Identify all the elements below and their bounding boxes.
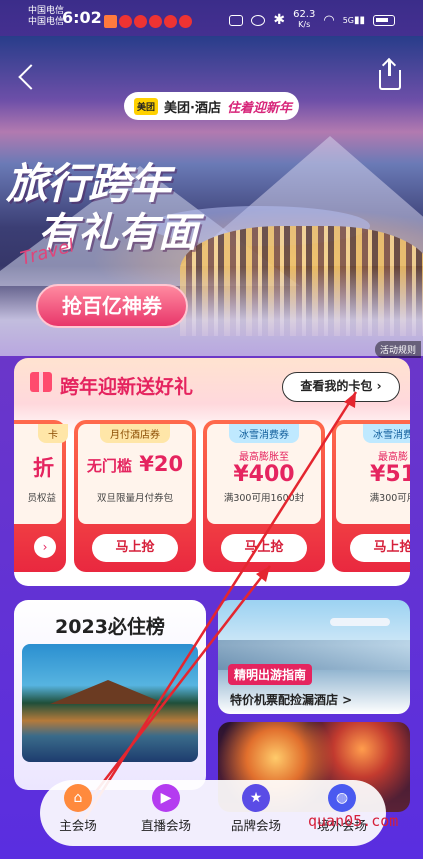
grab-coupon-button[interactable]: 抢百亿神券 [36,284,188,328]
nfc-icon [229,14,244,26]
coupon-note: 最高膨 [378,452,408,463]
status-bar: 中国电信 中国电信 6:02 ✱ 62.3 K/s ◠ 5G▮▮ [0,0,423,36]
coupon-value: 折 [33,456,54,480]
emoji-icon [179,15,192,28]
coupon-amount: ¥400 [233,462,295,487]
arrow-right-icon[interactable]: › [34,536,56,558]
app-notification-icon [104,15,117,28]
nav-label: 品牌会场 [230,818,281,833]
gift-section-title: 跨年迎新送好礼 [60,376,194,398]
coupon-desc: 员权益 [27,493,56,504]
star-icon: ★ [242,784,270,812]
flight-guide-text: 特价机票配捡漏酒店 > [230,693,353,707]
emoji-icon [134,15,147,28]
coupon-body: 冰雪消费券 最高膨胀至 ¥400 满300可用1600封 [207,424,321,524]
coupon-desc: 满300可用 [369,493,410,504]
coupon-body: 卡 折 员权益 [14,424,68,524]
carrier-2: 中国电信 [28,17,65,27]
emoji-icon [164,15,177,28]
clock: 6:02 [62,8,102,27]
battery-icon [373,14,395,26]
flight-guide-tag: 精明出游指南 [228,664,313,685]
bluetooth-icon: ✱ [273,12,286,28]
wifi-icon: ◠ [323,12,335,28]
globe-icon: ◍ [328,784,356,812]
ranking-title: 2023必住榜 [55,616,165,638]
nav-brand-venue[interactable]: ★ 品牌会场 [220,784,292,834]
carrier-labels: 中国电信 中国电信 [28,6,64,28]
meituan-logo: 美团 [134,97,159,115]
coupon-tag: 卡 [38,424,68,443]
watermark: quan05.com [308,812,399,830]
coupon-value: 无门槛 ¥20 [86,452,184,476]
nav-label: 直播会场 [140,818,191,833]
coupon-card[interactable]: 月付酒店券 无门槛 ¥20 双旦限量月付券包 马上抢 [74,420,196,572]
grab-now-button[interactable]: 马上抢 [92,534,178,562]
page: 中国电信 中国电信 6:02 ✱ 62.3 K/s ◠ 5G▮▮ 美团 美团·酒店… [0,0,423,859]
coupon-card[interactable]: 冰雪消费券 最高膨胀至 ¥400 满300可用1600封 马上抢 [203,420,325,572]
share-icon[interactable] [379,60,401,90]
coupon-tag: 月付酒店券 [100,424,170,443]
system-icons: ✱ 62.3 K/s ◠ 5G▮▮ [229,10,395,30]
emoji-icon [149,15,162,28]
nav-label: 主会场 [59,818,97,833]
network-speed: 62.3 K/s [293,9,316,30]
brand-slogan: 住着迎新年 [226,100,292,116]
home-icon: ⌂ [64,784,92,812]
nav-main-venue[interactable]: ⌂ 主会场 [42,784,114,834]
notification-icons [104,11,194,30]
coupon-tag: 冰雪消费 [363,424,410,443]
activity-rules-link[interactable]: 活动规则 [374,341,421,358]
brand-badge: 美团 美团·酒店 住着迎新年 [124,92,299,120]
coupon-amount: ¥51 [370,462,410,487]
signal-icon: 5G▮▮ [342,14,365,26]
coupon-desc: 双旦限量月付券包 [96,493,173,504]
coupon-card[interactable]: 卡 折 员权益 › [14,420,68,572]
coupon-carousel[interactable]: 卡 折 员权益 › 月付酒店券 无门槛 ¥20 双旦限量月付券包 马上抢 冰雪消… [14,420,410,580]
coupon-desc: 满300可用1600封 [223,493,305,504]
brand-name: 美团·酒店 [164,100,221,116]
coupon-body: 冰雪消费 最高膨 ¥51 满300可用 [336,424,410,524]
coupon-tag: 冰雪消费券 [229,424,299,443]
grab-now-button[interactable]: 马上抢 [350,534,410,562]
view-wallet-button[interactable]: 查看我的卡包 › [282,372,400,402]
gift-section: 跨年迎新送好礼 查看我的卡包 › 卡 折 员权益 › 月付酒店券 无门槛 ¥20… [14,358,410,586]
resort-image [22,644,198,762]
ranking-card[interactable]: 2023必住榜 [14,600,206,790]
coupon-body: 月付酒店券 无门槛 ¥20 双旦限量月付券包 [78,424,192,524]
alarm-icon [251,14,266,26]
carrier-1: 中国电信 [28,6,65,16]
emoji-icon [119,15,132,28]
gift-icon [30,372,52,392]
coupon-note: 最高膨胀至 [239,452,289,463]
nav-live-venue[interactable]: ▶ 直播会场 [130,784,202,834]
airplane-icon [330,618,390,626]
grab-now-button[interactable]: 马上抢 [221,534,307,562]
flight-guide-card[interactable]: 精明出游指南 特价机票配捡漏酒店 > [218,600,410,714]
coupon-card[interactable]: 冰雪消费 最高膨 ¥51 满300可用 马上抢 [332,420,410,572]
tv-icon: ▶ [152,784,180,812]
